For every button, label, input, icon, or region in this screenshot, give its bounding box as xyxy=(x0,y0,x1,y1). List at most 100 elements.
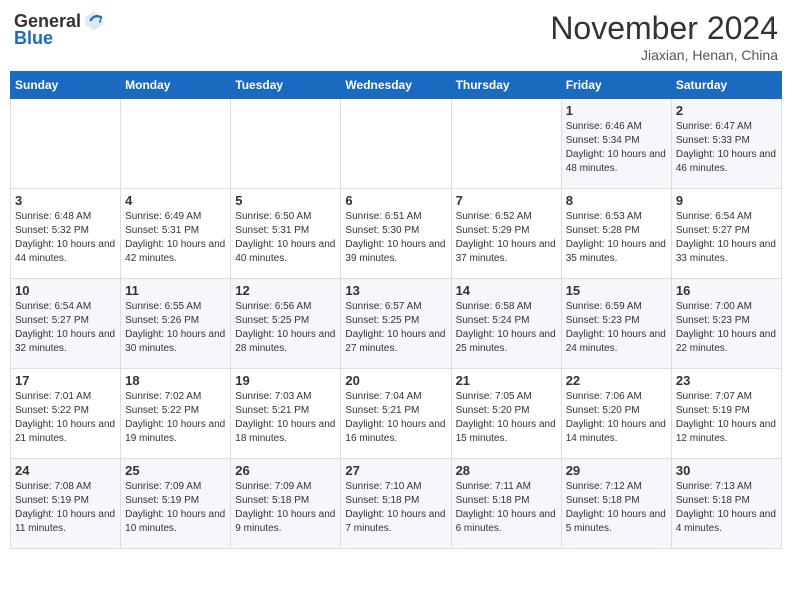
day-number: 24 xyxy=(15,463,116,478)
calendar-cell: 19 Sunrise: 7:03 AM Sunset: 5:21 PM Dayli… xyxy=(231,369,341,459)
day-info: Sunrise: 7:03 AM Sunset: 5:21 PM Dayligh… xyxy=(235,390,336,446)
calendar-cell: 13 Sunrise: 6:57 AM Sunset: 5:25 PM Dayli… xyxy=(341,279,451,369)
calendar-cell: 27 Sunrise: 7:10 AM Sunset: 5:18 PM Dayli… xyxy=(341,459,451,549)
calendar-week-row: 10Sunrise: 6:54 AM Sunset: 5:27 PM Dayli… xyxy=(11,279,782,369)
logo: General Blue xyxy=(14,10,105,49)
weekday-header-monday: Monday xyxy=(121,72,231,99)
day-number: 17 xyxy=(15,373,116,388)
calendar-cell: 10Sunrise: 6:54 AM Sunset: 5:27 PM Dayli… xyxy=(11,279,121,369)
calendar-title: November 2024 xyxy=(550,10,778,47)
day-number: 26 xyxy=(235,463,336,478)
day-info: Sunrise: 6:52 AM Sunset: 5:29 PM Dayligh… xyxy=(456,210,557,266)
day-info: Sunrise: 7:02 AM Sunset: 5:22 PM Dayligh… xyxy=(125,390,226,446)
day-info: Sunrise: 7:08 AM Sunset: 5:19 PM Dayligh… xyxy=(15,480,116,536)
day-info: Sunrise: 7:07 AM Sunset: 5:19 PM Dayligh… xyxy=(676,390,777,446)
day-number: 5 xyxy=(235,193,336,208)
day-number: 2 xyxy=(676,103,777,118)
calendar-cell: 18Sunrise: 7:02 AM Sunset: 5:22 PM Dayli… xyxy=(121,369,231,459)
logo-blue-text: Blue xyxy=(14,28,53,49)
calendar-cell xyxy=(11,99,121,189)
calendar-cell: 22 Sunrise: 7:06 AM Sunset: 5:20 PM Dayli… xyxy=(561,369,671,459)
page-header: General Blue November 2024 Jiaxian, Hena… xyxy=(10,10,782,63)
day-number: 22 xyxy=(566,373,667,388)
day-info: Sunrise: 7:06 AM Sunset: 5:20 PM Dayligh… xyxy=(566,390,667,446)
day-number: 23 xyxy=(676,373,777,388)
calendar-cell xyxy=(121,99,231,189)
day-number: 20 xyxy=(345,373,446,388)
day-info: Sunrise: 6:58 AM Sunset: 5:24 PM Dayligh… xyxy=(456,300,557,356)
day-info: Sunrise: 6:57 AM Sunset: 5:25 PM Dayligh… xyxy=(345,300,446,356)
day-info: Sunrise: 6:59 AM Sunset: 5:23 PM Dayligh… xyxy=(566,300,667,356)
calendar-subtitle: Jiaxian, Henan, China xyxy=(550,47,778,63)
day-number: 9 xyxy=(676,193,777,208)
day-number: 8 xyxy=(566,193,667,208)
calendar-cell: 25 Sunrise: 7:09 AM Sunset: 5:19 PM Dayli… xyxy=(121,459,231,549)
day-info: Sunrise: 6:50 AM Sunset: 5:31 PM Dayligh… xyxy=(235,210,336,266)
day-info: Sunrise: 6:54 AM Sunset: 5:27 PM Dayligh… xyxy=(676,210,777,266)
calendar-cell: 6 Sunrise: 6:51 AM Sunset: 5:30 PM Daylig… xyxy=(341,189,451,279)
day-number: 29 xyxy=(566,463,667,478)
calendar-week-row: 3 Sunrise: 6:48 AM Sunset: 5:32 PM Daylig… xyxy=(11,189,782,279)
logo-icon xyxy=(83,10,105,32)
calendar-cell: 16Sunrise: 7:00 AM Sunset: 5:23 PM Dayli… xyxy=(671,279,781,369)
calendar-cell: 29 Sunrise: 7:12 AM Sunset: 5:18 PM Dayli… xyxy=(561,459,671,549)
day-number: 4 xyxy=(125,193,226,208)
calendar-cell: 7 Sunrise: 6:52 AM Sunset: 5:29 PM Daylig… xyxy=(451,189,561,279)
calendar-cell: 12Sunrise: 6:56 AM Sunset: 5:25 PM Dayli… xyxy=(231,279,341,369)
day-info: Sunrise: 7:09 AM Sunset: 5:19 PM Dayligh… xyxy=(125,480,226,536)
calendar-week-row: 1 Sunrise: 6:46 AM Sunset: 5:34 PM Daylig… xyxy=(11,99,782,189)
calendar-week-row: 17 Sunrise: 7:01 AM Sunset: 5:22 PM Dayli… xyxy=(11,369,782,459)
calendar-cell: 21 Sunrise: 7:05 AM Sunset: 5:20 PM Dayli… xyxy=(451,369,561,459)
day-number: 30 xyxy=(676,463,777,478)
calendar-cell: 26Sunrise: 7:09 AM Sunset: 5:18 PM Dayli… xyxy=(231,459,341,549)
day-info: Sunrise: 6:55 AM Sunset: 5:26 PM Dayligh… xyxy=(125,300,226,356)
day-info: Sunrise: 6:48 AM Sunset: 5:32 PM Dayligh… xyxy=(15,210,116,266)
calendar-cell: 4 Sunrise: 6:49 AM Sunset: 5:31 PM Daylig… xyxy=(121,189,231,279)
calendar-week-row: 24 Sunrise: 7:08 AM Sunset: 5:19 PM Dayli… xyxy=(11,459,782,549)
day-info: Sunrise: 7:10 AM Sunset: 5:18 PM Dayligh… xyxy=(345,480,446,536)
day-number: 14 xyxy=(456,283,557,298)
day-info: Sunrise: 6:53 AM Sunset: 5:28 PM Dayligh… xyxy=(566,210,667,266)
day-number: 25 xyxy=(125,463,226,478)
day-number: 27 xyxy=(345,463,446,478)
day-number: 13 xyxy=(345,283,446,298)
calendar-cell: 9 Sunrise: 6:54 AM Sunset: 5:27 PM Daylig… xyxy=(671,189,781,279)
day-number: 7 xyxy=(456,193,557,208)
day-number: 21 xyxy=(456,373,557,388)
day-info: Sunrise: 6:47 AM Sunset: 5:33 PM Dayligh… xyxy=(676,120,777,176)
day-info: Sunrise: 7:00 AM Sunset: 5:23 PM Dayligh… xyxy=(676,300,777,356)
day-info: Sunrise: 6:46 AM Sunset: 5:34 PM Dayligh… xyxy=(566,120,667,176)
day-number: 11 xyxy=(125,283,226,298)
calendar-cell xyxy=(451,99,561,189)
weekday-header-sunday: Sunday xyxy=(11,72,121,99)
calendar-cell: 20 Sunrise: 7:04 AM Sunset: 5:21 PM Dayli… xyxy=(341,369,451,459)
calendar-cell xyxy=(341,99,451,189)
day-number: 1 xyxy=(566,103,667,118)
day-number: 19 xyxy=(235,373,336,388)
calendar-cell: 8 Sunrise: 6:53 AM Sunset: 5:28 PM Daylig… xyxy=(561,189,671,279)
day-number: 15 xyxy=(566,283,667,298)
day-info: Sunrise: 7:01 AM Sunset: 5:22 PM Dayligh… xyxy=(15,390,116,446)
weekday-header-tuesday: Tuesday xyxy=(231,72,341,99)
day-info: Sunrise: 7:05 AM Sunset: 5:20 PM Dayligh… xyxy=(456,390,557,446)
calendar-cell: 5 Sunrise: 6:50 AM Sunset: 5:31 PM Daylig… xyxy=(231,189,341,279)
calendar-cell: 3 Sunrise: 6:48 AM Sunset: 5:32 PM Daylig… xyxy=(11,189,121,279)
day-info: Sunrise: 6:49 AM Sunset: 5:31 PM Dayligh… xyxy=(125,210,226,266)
calendar-cell: 15 Sunrise: 6:59 AM Sunset: 5:23 PM Dayli… xyxy=(561,279,671,369)
calendar-cell: 28 Sunrise: 7:11 AM Sunset: 5:18 PM Dayli… xyxy=(451,459,561,549)
calendar-table: SundayMondayTuesdayWednesdayThursdayFrid… xyxy=(10,71,782,549)
calendar-cell: 23 Sunrise: 7:07 AM Sunset: 5:19 PM Dayli… xyxy=(671,369,781,459)
calendar-cell: 2 Sunrise: 6:47 AM Sunset: 5:33 PM Daylig… xyxy=(671,99,781,189)
weekday-header-saturday: Saturday xyxy=(671,72,781,99)
weekday-header-friday: Friday xyxy=(561,72,671,99)
calendar-cell: 1 Sunrise: 6:46 AM Sunset: 5:34 PM Daylig… xyxy=(561,99,671,189)
day-info: Sunrise: 6:54 AM Sunset: 5:27 PM Dayligh… xyxy=(15,300,116,356)
day-info: Sunrise: 7:11 AM Sunset: 5:18 PM Dayligh… xyxy=(456,480,557,536)
day-number: 6 xyxy=(345,193,446,208)
day-info: Sunrise: 6:51 AM Sunset: 5:30 PM Dayligh… xyxy=(345,210,446,266)
calendar-cell: 17 Sunrise: 7:01 AM Sunset: 5:22 PM Dayli… xyxy=(11,369,121,459)
day-number: 28 xyxy=(456,463,557,478)
day-number: 3 xyxy=(15,193,116,208)
day-info: Sunrise: 7:12 AM Sunset: 5:18 PM Dayligh… xyxy=(566,480,667,536)
day-info: Sunrise: 7:04 AM Sunset: 5:21 PM Dayligh… xyxy=(345,390,446,446)
